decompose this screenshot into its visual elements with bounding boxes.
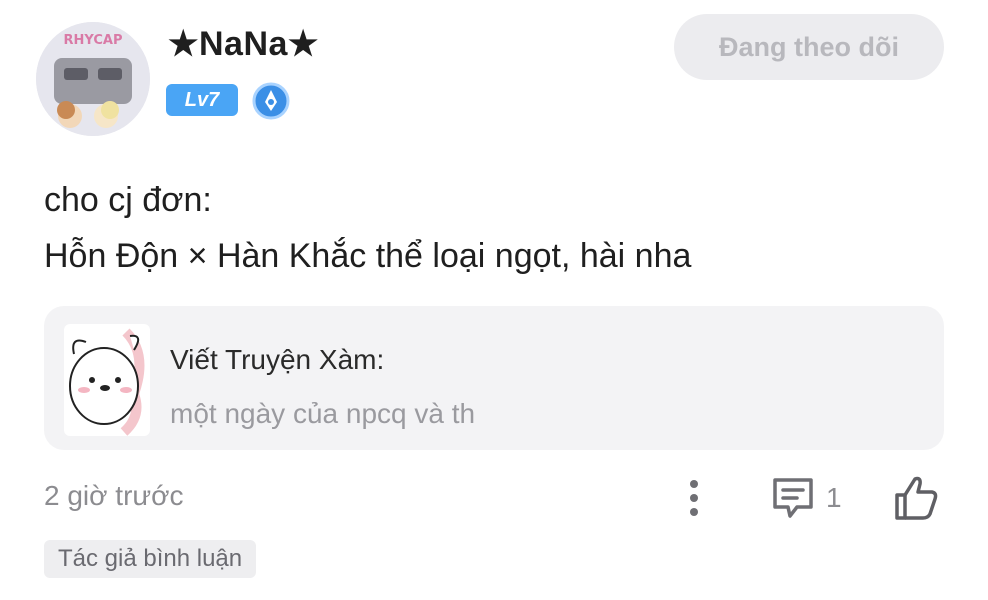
referenced-story-card[interactable]: Viết Truyện Xàm: một ngày của npcq và th <box>44 306 944 450</box>
story-chapter: một ngày của npcq và th <box>170 398 476 429</box>
reply-count: 1 <box>826 482 842 513</box>
comment-line: cho cj đơn: <box>44 181 212 219</box>
following-button[interactable]: Đang theo dõi <box>674 14 944 80</box>
more-options-button[interactable] <box>674 474 714 522</box>
story-title: Viết Truyện Xàm: <box>170 344 385 375</box>
comment-line: Hỗn Độn × Hàn Khắc thể loại ngọt, hài nh… <box>44 237 692 275</box>
level-badge: Lv7 <box>166 84 238 116</box>
author-comment-tag: Tác giả bình luận <box>44 540 257 578</box>
thumbs-up-icon <box>895 476 938 520</box>
avatar-image: RHYCAP <box>36 22 150 136</box>
comment-body: cho cj đơn: Hỗn Độn × Hàn Khắc thể loại … <box>44 172 691 284</box>
avatar[interactable]: RHYCAP <box>36 22 150 136</box>
avatar-logo-text: RHYCAP <box>64 33 123 48</box>
pen-badge-icon <box>252 82 290 120</box>
reply-button[interactable]: 1 <box>770 474 842 522</box>
more-vertical-icon <box>690 480 698 516</box>
username[interactable]: ★NaNa★ <box>168 24 319 64</box>
story-thumbnail <box>64 324 150 436</box>
comment-timestamp: 2 giờ trước <box>44 480 184 511</box>
comment-icon <box>773 478 813 518</box>
like-button[interactable] <box>890 472 942 524</box>
